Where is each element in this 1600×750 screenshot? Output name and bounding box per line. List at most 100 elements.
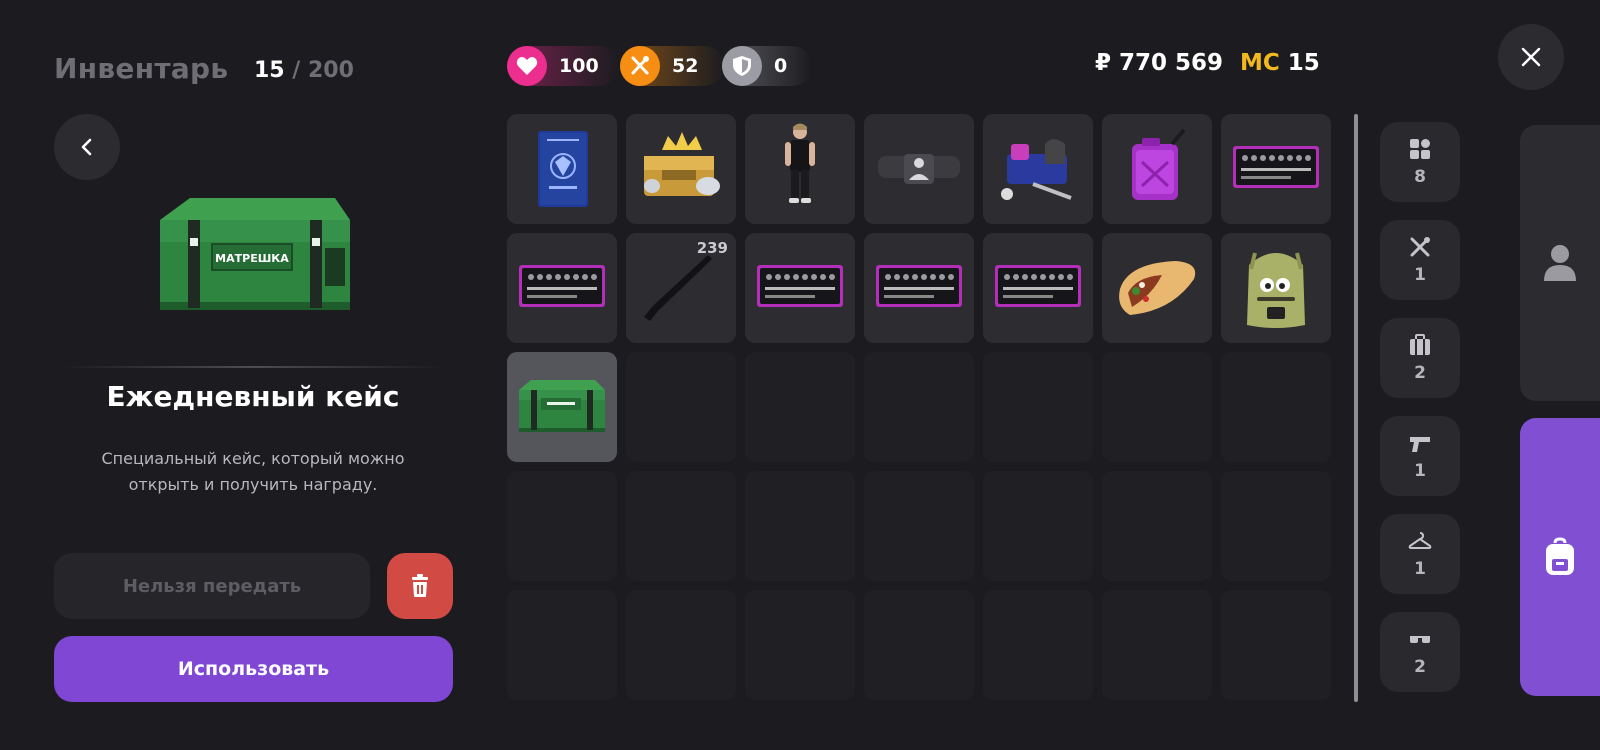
fuel-canister-icon — [1132, 128, 1186, 200]
mc-value: 15 — [1287, 50, 1320, 76]
inventory-count-separator: / — [284, 58, 308, 83]
daily-case-icon — [519, 380, 605, 432]
category-count: 2 — [1414, 363, 1426, 383]
category-food[interactable]: 1 — [1380, 220, 1460, 300]
food-value: 52 — [672, 55, 699, 77]
inventory-slot-empty[interactable] — [1221, 590, 1331, 700]
close-icon — [1521, 47, 1541, 67]
food-stat: 52 — [620, 46, 724, 86]
divider — [62, 366, 444, 368]
inventory-scrollbar[interactable] — [1354, 114, 1358, 702]
category-count: 8 — [1414, 167, 1426, 187]
case-brand-label: МАТРЕШКА — [215, 252, 289, 265]
category-count: 1 — [1414, 559, 1426, 579]
item-description: Специальный кейс, который можно открыть … — [101, 449, 405, 494]
gold-chest-icon — [644, 132, 720, 196]
glasses-icon — [1410, 636, 1430, 643]
trash-icon — [412, 574, 428, 597]
armor-value: 0 — [774, 55, 788, 77]
inventory-count-max: 200 — [307, 58, 354, 83]
inventory-slot[interactable] — [507, 114, 617, 224]
suitcase-icon — [1410, 334, 1430, 355]
inventory-slot[interactable] — [1221, 114, 1331, 224]
fork-knife-icon — [620, 46, 660, 86]
inventory-slot-empty[interactable] — [1221, 352, 1331, 462]
category-all[interactable]: 8 — [1380, 122, 1460, 202]
repair-kit-icon — [1001, 139, 1072, 200]
shawarma-icon — [1119, 261, 1196, 315]
tool-kit-icon — [876, 265, 962, 307]
inventory-slot[interactable] — [1102, 114, 1212, 224]
use-item-button[interactable]: Использовать — [54, 636, 453, 702]
inventory-slot-empty[interactable] — [1102, 352, 1212, 462]
inventory-grid: 239 — [507, 114, 1331, 700]
tab-character[interactable] — [1520, 125, 1600, 401]
daily-case-image: МАТРЕШКА — [160, 198, 350, 310]
inventory-slot[interactable] — [983, 114, 1093, 224]
inventory-slot-empty[interactable] — [507, 590, 617, 700]
inventory-slot-empty[interactable] — [1102, 590, 1212, 700]
mc-balance: MC 15 — [1240, 50, 1320, 76]
inventory-slot-empty[interactable] — [626, 352, 736, 462]
inventory-count-current: 15 — [254, 58, 285, 83]
inventory-slot-empty[interactable] — [1102, 471, 1212, 581]
inventory-slot[interactable] — [983, 233, 1093, 343]
inventory-slot[interactable] — [745, 233, 855, 343]
back-button[interactable] — [54, 114, 120, 180]
inventory-slot-empty[interactable] — [983, 352, 1093, 462]
inventory-slot-selected[interactable] — [507, 352, 617, 462]
transfer-button-disabled: Нельзя передать — [54, 553, 370, 619]
inventory-title: Инвентарь — [54, 52, 229, 85]
hanger-icon — [1408, 532, 1432, 549]
inventory-slot-empty[interactable] — [983, 590, 1093, 700]
health-value: 100 — [559, 55, 599, 77]
inventory-slot-empty[interactable] — [864, 590, 974, 700]
pass-card-icon — [878, 154, 960, 184]
money-balance: ₽ 770 569 — [1095, 50, 1224, 76]
passport-icon — [538, 131, 588, 207]
character-skin-icon — [785, 123, 815, 203]
inventory-slot-empty[interactable] — [745, 590, 855, 700]
inventory-slot[interactable] — [864, 233, 974, 343]
tool-kit-icon — [519, 265, 605, 307]
close-button[interactable] — [1498, 24, 1564, 90]
tool-kit-icon — [995, 265, 1081, 307]
item-title: Ежедневный кейс — [106, 380, 400, 413]
chevron-left-icon — [81, 138, 92, 156]
category-weapons[interactable]: 1 — [1380, 416, 1460, 496]
inventory-slot[interactable]: 239 — [626, 233, 736, 343]
grid-icon — [1410, 139, 1430, 159]
inventory-slot-empty[interactable] — [983, 471, 1093, 581]
person-icon — [1544, 245, 1576, 281]
tab-inventory[interactable] — [1520, 418, 1600, 696]
inventory-slot-empty[interactable] — [745, 471, 855, 581]
inventory-slot[interactable] — [626, 114, 736, 224]
scrollbar-thumb[interactable] — [1354, 114, 1358, 702]
category-count: 1 — [1414, 461, 1426, 481]
inventory-slot[interactable] — [864, 114, 974, 224]
tool-kit-icon — [1233, 146, 1319, 188]
inventory-slot-empty[interactable] — [507, 471, 617, 581]
category-count: 1 — [1414, 265, 1426, 285]
heart-icon — [507, 46, 547, 86]
inventory-slot-empty[interactable] — [1221, 471, 1331, 581]
backpack-tab-icon — [1546, 537, 1574, 575]
shield-icon — [722, 46, 762, 86]
category-accessories[interactable]: 2 — [1380, 612, 1460, 692]
inventory-slot[interactable] — [745, 114, 855, 224]
category-items[interactable]: 2 — [1380, 318, 1460, 398]
delete-item-button[interactable] — [387, 553, 453, 619]
inventory-slot-empty[interactable] — [745, 352, 855, 462]
inventory-slot-empty[interactable] — [626, 471, 736, 581]
fork-knife-icon — [1410, 237, 1430, 257]
inventory-slot-empty[interactable] — [864, 352, 974, 462]
inventory-capacity: 15 / 200 — [254, 58, 354, 83]
category-clothes[interactable]: 1 — [1380, 514, 1460, 594]
pistol-icon — [1410, 437, 1430, 452]
inventory-slot[interactable] — [1221, 233, 1331, 343]
item-quantity: 239 — [696, 239, 728, 257]
inventory-slot-empty[interactable] — [864, 471, 974, 581]
inventory-slot[interactable] — [507, 233, 617, 343]
inventory-slot[interactable] — [1102, 233, 1212, 343]
inventory-slot-empty[interactable] — [626, 590, 736, 700]
